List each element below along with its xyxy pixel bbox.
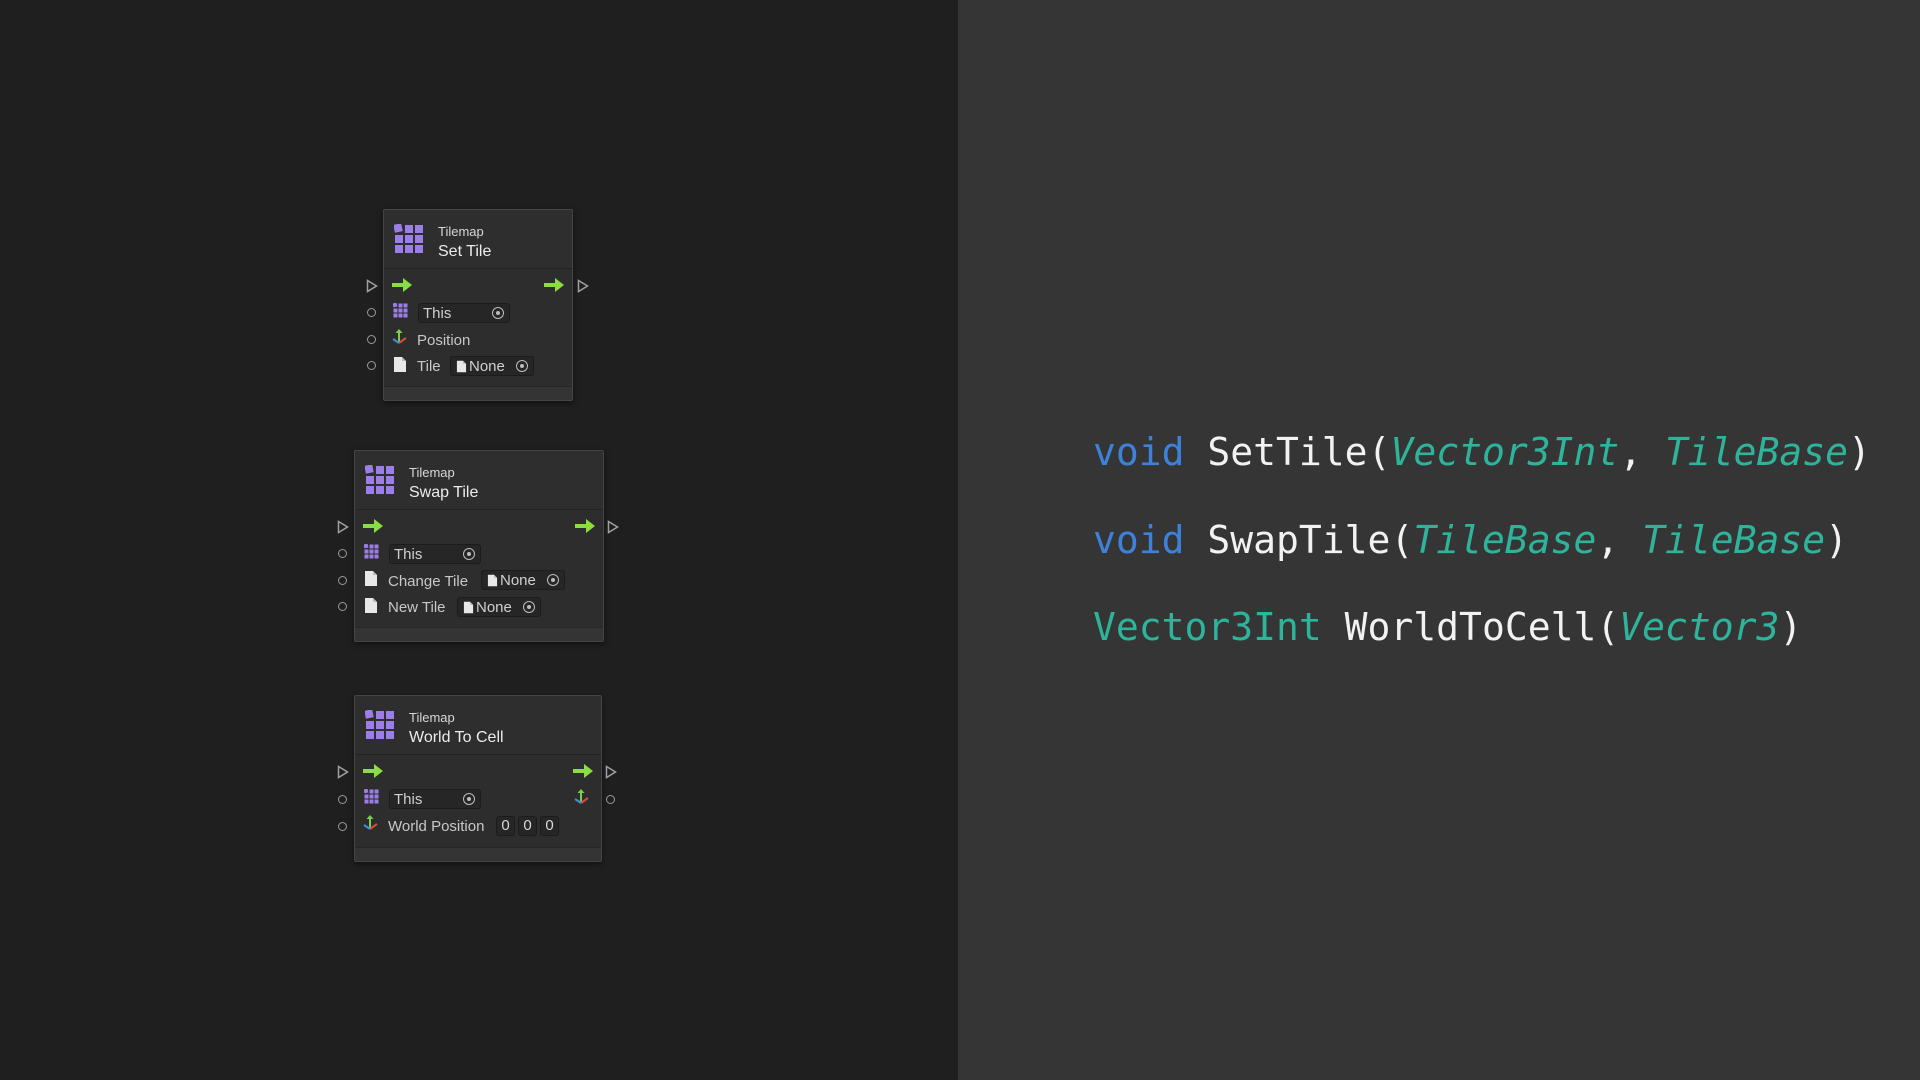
code-signature-world-to-cell: Vector3Int WorldToCell(Vector3) <box>1093 605 1802 649</box>
return-type: void <box>1093 518 1185 562</box>
flow-output-arrow-icon <box>575 519 595 533</box>
param-type: Vector3 <box>1619 605 1780 649</box>
flow-output-port-icon[interactable] <box>577 279 589 293</box>
vector-axes-icon <box>363 814 379 830</box>
node-footer <box>384 386 572 400</box>
this-input-port[interactable] <box>338 549 347 558</box>
node-category: Tilemap <box>409 465 455 480</box>
flow-input-port-icon[interactable] <box>337 765 349 779</box>
object-picker-icon[interactable] <box>523 601 535 613</box>
flow-output-port-icon[interactable] <box>605 765 617 779</box>
method-name: SwapTile <box>1207 518 1391 562</box>
tile-value: None <box>469 358 505 375</box>
node-swap-tile[interactable]: Tilemap Swap Tile This Change Tile None … <box>354 450 604 642</box>
code-signature-set-tile: void SetTile(Vector3Int, TileBase) <box>1093 430 1871 474</box>
new-tile-field[interactable]: None <box>457 597 541 617</box>
open-paren: ( <box>1596 605 1620 649</box>
tile-field[interactable]: None <box>450 356 534 376</box>
tilemap-grid-icon <box>364 789 379 804</box>
node-footer <box>355 627 603 641</box>
position-label: Position <box>417 332 471 349</box>
change-tile-field[interactable]: None <box>481 570 565 590</box>
node-category: Tilemap <box>409 710 455 725</box>
change-tile-input-port[interactable] <box>338 576 347 585</box>
node-header[interactable]: Tilemap World To Cell <box>355 696 601 755</box>
param-type: Vector3Int <box>1390 430 1620 474</box>
flow-input-arrow-icon <box>392 278 412 292</box>
node-title: Swap Tile <box>409 484 479 501</box>
this-input-port[interactable] <box>338 795 347 804</box>
world-position-input-port[interactable] <box>338 822 347 831</box>
flow-output-port-icon[interactable] <box>607 520 619 534</box>
object-picker-icon[interactable] <box>463 548 475 560</box>
param-separator: , <box>1596 518 1643 562</box>
cell-output-port[interactable] <box>606 795 615 804</box>
tile-label: Tile <box>417 358 441 375</box>
flow-output-arrow-icon <box>544 278 564 292</box>
new-tile-value: None <box>476 599 512 616</box>
open-paren: ( <box>1367 430 1391 474</box>
document-icon <box>393 356 407 373</box>
document-icon <box>456 360 467 373</box>
tilemap-grid-icon <box>364 544 379 559</box>
position-input-port[interactable] <box>367 335 376 344</box>
tilemap-grid-icon <box>393 303 408 318</box>
this-label: This <box>394 791 423 808</box>
new-tile-label: New Tile <box>388 599 446 616</box>
param-type: TileBase <box>1642 518 1826 562</box>
node-header[interactable]: Tilemap Set Tile <box>384 210 572 269</box>
change-tile-label: Change Tile <box>388 573 469 590</box>
flow-input-arrow-icon <box>363 764 383 778</box>
change-tile-value: None <box>500 572 536 589</box>
node-header[interactable]: Tilemap Swap Tile <box>355 451 603 510</box>
world-position-x-field[interactable]: 0 <box>496 816 515 836</box>
this-field[interactable]: This <box>389 789 481 809</box>
node-category: Tilemap <box>438 224 484 239</box>
this-field[interactable]: This <box>389 544 481 564</box>
node-footer <box>355 847 601 861</box>
flow-input-port-icon[interactable] <box>337 520 349 534</box>
world-position-label: World Position <box>388 818 485 835</box>
document-icon <box>487 574 498 587</box>
param-separator: , <box>1619 430 1665 474</box>
world-position-z-field[interactable]: 0 <box>540 816 559 836</box>
code-signature-swap-tile: void SwapTile(TileBase, TileBase) <box>1093 518 1848 562</box>
method-name: WorldToCell <box>1344 605 1597 649</box>
open-paren: ( <box>1390 518 1414 562</box>
this-input-port[interactable] <box>367 308 376 317</box>
object-picker-icon[interactable] <box>463 793 475 805</box>
object-picker-icon[interactable] <box>492 307 504 319</box>
node-title: World To Cell <box>409 729 504 746</box>
object-picker-icon[interactable] <box>516 360 528 372</box>
world-position-y-field[interactable]: 0 <box>518 816 537 836</box>
return-type: void <box>1093 430 1185 474</box>
method-name: SetTile <box>1207 430 1368 474</box>
return-type: Vector3Int <box>1093 605 1322 649</box>
flow-input-arrow-icon <box>363 519 383 533</box>
close-paren: ) <box>1848 430 1871 474</box>
vector-axes-icon <box>392 328 408 344</box>
tilemap-grid-icon <box>365 710 395 740</box>
param-type: TileBase <box>1665 430 1849 474</box>
document-icon <box>364 597 378 614</box>
close-paren: ) <box>1779 605 1803 649</box>
this-label: This <box>423 305 452 322</box>
close-paren: ) <box>1825 518 1849 562</box>
node-title: Set Tile <box>438 243 492 260</box>
tilemap-grid-icon <box>365 465 395 495</box>
tile-input-port[interactable] <box>367 361 376 370</box>
vector-axes-icon <box>574 788 590 804</box>
flow-input-port-icon[interactable] <box>366 279 378 293</box>
this-field[interactable]: This <box>418 303 510 323</box>
node-world-to-cell[interactable]: Tilemap World To Cell This World Positio… <box>354 695 602 862</box>
tilemap-grid-icon <box>394 224 424 254</box>
node-set-tile[interactable]: Tilemap Set Tile This Position Tile None <box>383 209 573 401</box>
document-icon <box>463 601 474 614</box>
flow-output-arrow-icon <box>573 764 593 778</box>
param-type: TileBase <box>1413 518 1597 562</box>
this-label: This <box>394 546 423 563</box>
new-tile-input-port[interactable] <box>338 602 347 611</box>
object-picker-icon[interactable] <box>547 574 559 586</box>
document-icon <box>364 570 378 587</box>
